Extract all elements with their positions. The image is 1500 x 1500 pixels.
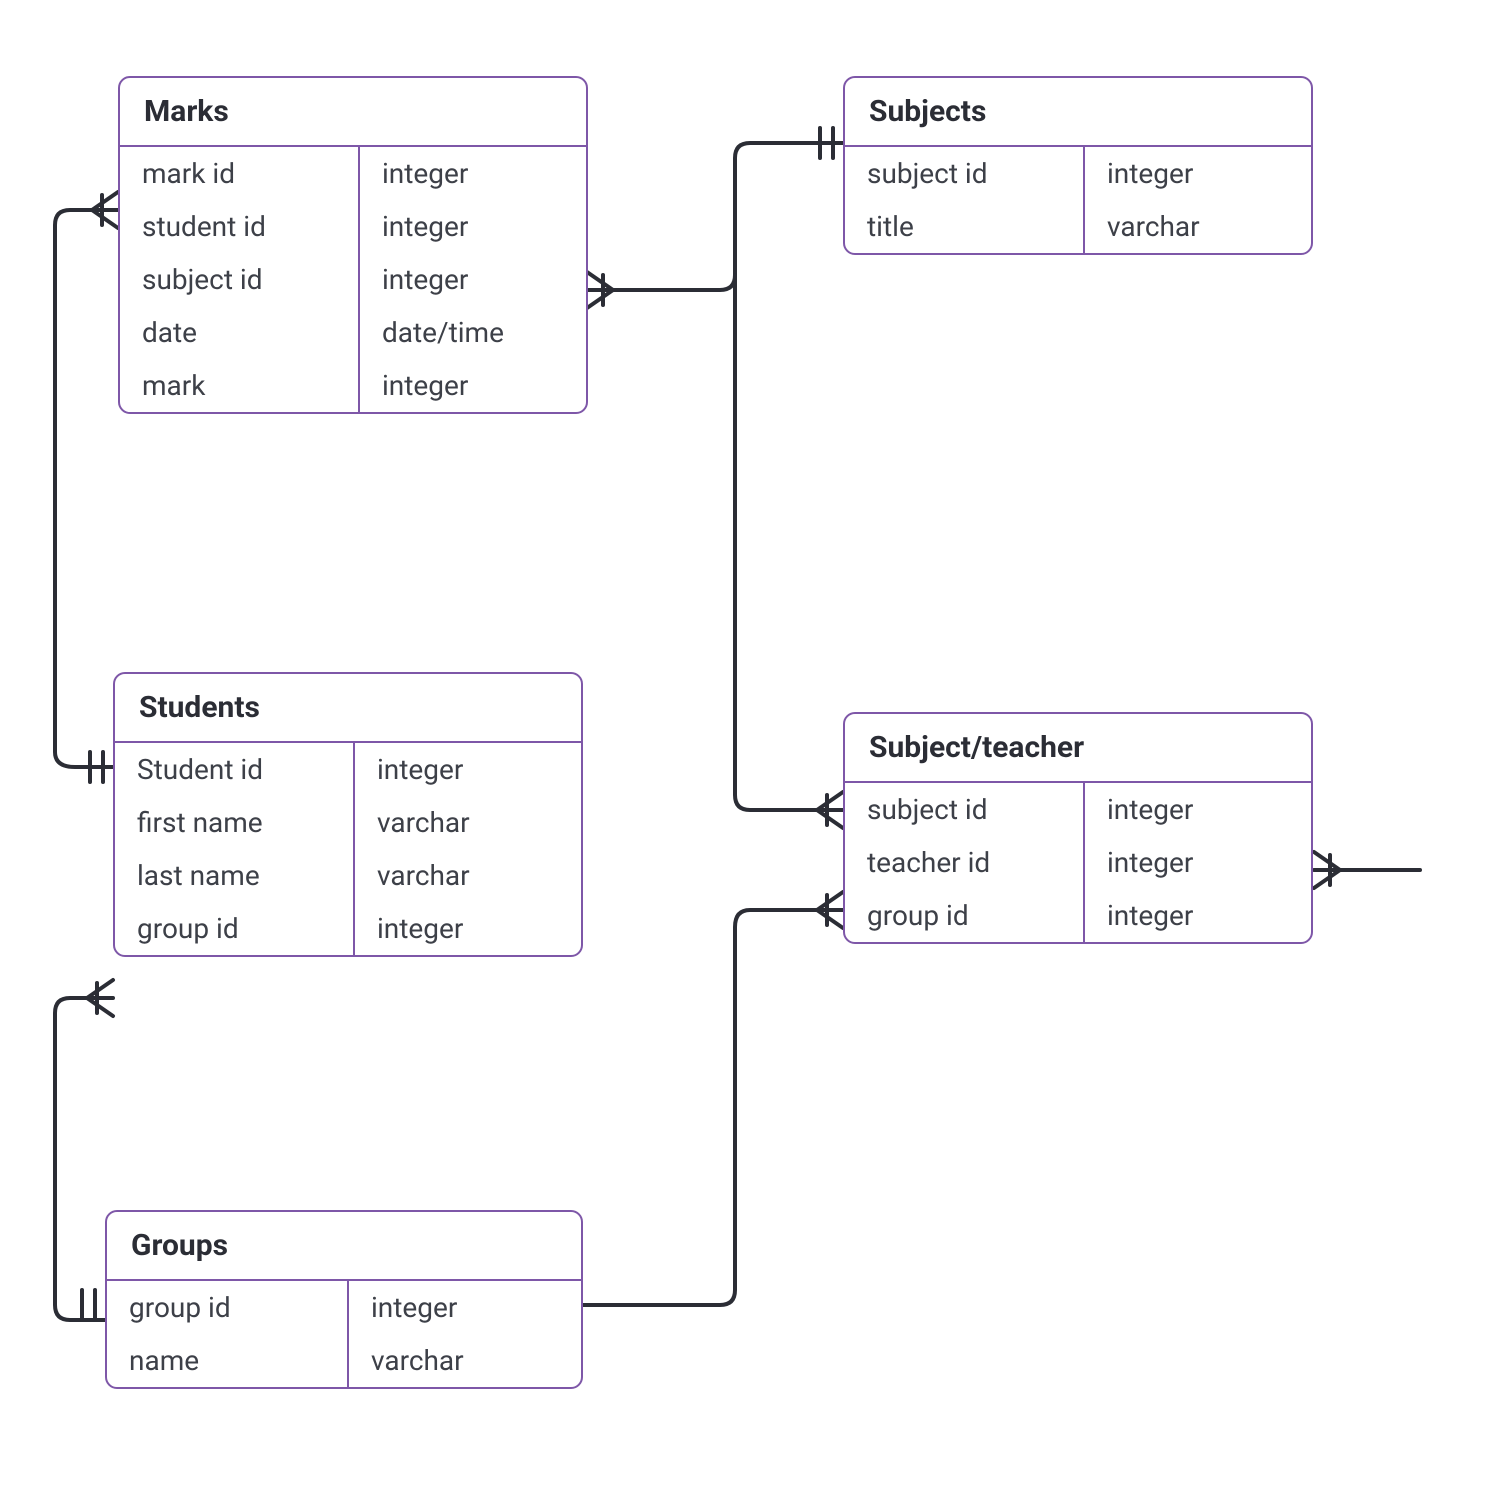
entity-groups: Groups group id name integer varchar: [105, 1210, 583, 1389]
entity-marks-body: mark id student id subject id date mark …: [120, 147, 586, 412]
entity-marks-fields-names: mark id student id subject id date mark: [120, 147, 360, 412]
field-type: integer: [360, 253, 586, 306]
entity-marks-title: Marks: [120, 78, 586, 147]
entity-groups-fields-names: group id name: [107, 1281, 349, 1387]
field-name: first name: [115, 796, 353, 849]
entity-students-title: Students: [115, 674, 581, 743]
field-type: date/time: [360, 306, 586, 359]
entity-subject-teacher-title: Subject/teacher: [845, 714, 1311, 783]
field-name: group id: [107, 1281, 347, 1334]
field-name: Student id: [115, 743, 353, 796]
entity-groups-title: Groups: [107, 1212, 581, 1281]
field-type: varchar: [1085, 200, 1311, 253]
entity-subject-teacher: Subject/teacher subject id teacher id gr…: [843, 712, 1313, 944]
field-name: title: [845, 200, 1083, 253]
field-name: teacher id: [845, 836, 1083, 889]
field-name: name: [107, 1334, 347, 1387]
field-name: subject id: [120, 253, 358, 306]
entity-students-fields-types: integer varchar varchar integer: [355, 743, 581, 955]
entity-subject-teacher-body: subject id teacher id group id integer i…: [845, 783, 1311, 942]
entity-groups-body: group id name integer varchar: [107, 1281, 581, 1387]
field-type: integer: [1085, 783, 1311, 836]
field-type: integer: [355, 902, 581, 955]
entity-subject-teacher-fields-types: integer integer integer: [1085, 783, 1311, 942]
field-name: subject id: [845, 783, 1083, 836]
field-name: mark id: [120, 147, 358, 200]
entity-marks-fields-types: integer integer integer date/time intege…: [360, 147, 586, 412]
field-name: subject id: [845, 147, 1083, 200]
field-name: last name: [115, 849, 353, 902]
field-type: integer: [1085, 836, 1311, 889]
entity-subject-teacher-fields-names: subject id teacher id group id: [845, 783, 1085, 942]
field-type: integer: [360, 200, 586, 253]
field-name: group id: [845, 889, 1083, 942]
entity-students: Students Student id first name last name…: [113, 672, 583, 957]
field-type: varchar: [355, 849, 581, 902]
field-type: integer: [360, 359, 586, 412]
field-type: varchar: [355, 796, 581, 849]
entity-subjects-title: Subjects: [845, 78, 1311, 147]
field-name: date: [120, 306, 358, 359]
entity-subjects-fields-types: integer varchar: [1085, 147, 1311, 253]
field-type: integer: [1085, 147, 1311, 200]
entity-students-body: Student id first name last name group id…: [115, 743, 581, 955]
field-type: varchar: [349, 1334, 581, 1387]
field-type: integer: [355, 743, 581, 796]
field-name: student id: [120, 200, 358, 253]
field-type: integer: [360, 147, 586, 200]
entity-subjects: Subjects subject id title integer varcha…: [843, 76, 1313, 255]
entity-marks: Marks mark id student id subject id date…: [118, 76, 588, 414]
field-name: mark: [120, 359, 358, 412]
entity-students-fields-names: Student id first name last name group id: [115, 743, 355, 955]
field-name: group id: [115, 902, 353, 955]
entity-subjects-fields-names: subject id title: [845, 147, 1085, 253]
entity-subjects-body: subject id title integer varchar: [845, 147, 1311, 253]
field-type: integer: [349, 1281, 581, 1334]
entity-groups-fields-types: integer varchar: [349, 1281, 581, 1387]
field-type: integer: [1085, 889, 1311, 942]
